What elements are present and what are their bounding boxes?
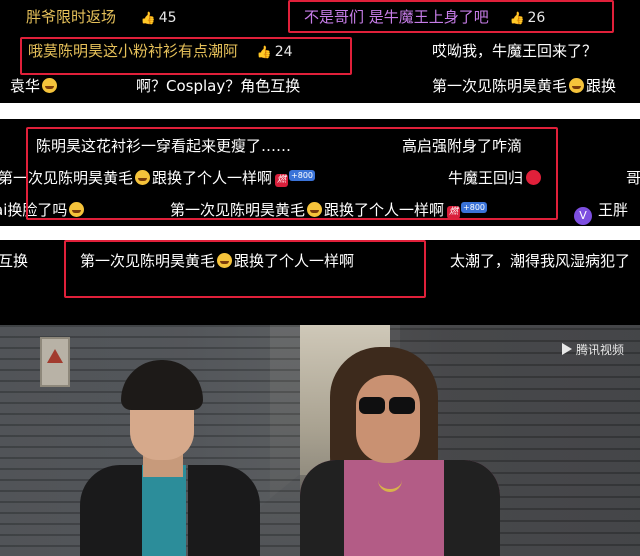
sunglasses-icon <box>389 397 415 414</box>
highlight-box <box>64 240 426 298</box>
danmaku-comment[interactable]: 太潮了，潮得我风湿病犯了 <box>450 250 630 271</box>
actor-right-face <box>356 375 420 463</box>
danmaku-comment[interactable]: 哥 <box>626 167 640 188</box>
highlight-box <box>288 0 614 33</box>
danmaku-comment[interactable]: V 王胖 <box>574 199 628 225</box>
danmaku-panel-2: 陈明昊这花衬衫一穿看起来更瘦了…… 高启强附身了咋滴 第一次见陈明昊黄毛 跟换了个… <box>0 119 640 226</box>
comment-text: 袁华 <box>10 77 41 95</box>
like-counter[interactable]: 👍 45 <box>141 10 177 26</box>
warning-sign-icon <box>40 337 70 387</box>
emoji-icon <box>42 78 58 93</box>
comment-text: 互换 <box>0 252 29 270</box>
video-frame[interactable]: 腾讯视频 <box>0 325 640 556</box>
comment-text: 太潮了，潮得我风湿病犯了 <box>450 252 631 270</box>
comment-text: 王胖 <box>598 201 629 219</box>
danmaku-comment[interactable]: 第一次见陈明昊黄毛 跟换 <box>432 75 616 96</box>
comment-text: 啊？Cosplay？角色互换 <box>136 77 301 95</box>
comment-text: 胖爷限时返场 <box>26 8 117 26</box>
comment-suffix: 跟换 <box>586 77 617 95</box>
highlight-box <box>26 127 558 220</box>
danmaku-comment[interactable]: 啊？Cosplay？角色互换 <box>136 75 300 96</box>
actor-left-shirt <box>142 465 186 556</box>
sunglasses-icon <box>359 397 385 414</box>
like-count: 45 <box>158 10 177 26</box>
danmaku-comment[interactable]: 胖爷限时返场 👍 45 <box>26 6 177 27</box>
comment-text: 哎呦我，牛魔王回来了？ <box>432 42 598 60</box>
vip-icon: V <box>574 207 592 225</box>
highlight-box <box>20 37 352 75</box>
danmaku-comment[interactable]: 哎呦我，牛魔王回来了？ <box>432 40 597 61</box>
danmaku-comment[interactable]: 互换 <box>0 250 28 271</box>
comment-text: 第一次见陈明昊黄毛 <box>432 77 568 95</box>
thumb-up-icon: 👍 <box>140 11 156 25</box>
danmaku-panel-3: 互换 第一次见陈明昊黄毛 跟换了个人一样啊 太潮了，潮得我风湿病犯了 <box>0 240 640 325</box>
play-logo-icon <box>561 343 572 355</box>
tencent-video-watermark: 腾讯视频 <box>561 341 624 358</box>
grin-emoji-icon <box>569 78 585 93</box>
watermark-text: 腾讯视频 <box>575 343 624 357</box>
danmaku-panel-1: 胖爷限时返场 👍 45 不是哥们 是牛魔王上身了吧 👍 26 哦莫陈明昊这小粉衬衫有… <box>0 0 640 103</box>
comment-text: 哥 <box>626 169 640 187</box>
danmaku-comment[interactable]: 袁华 <box>10 75 59 96</box>
